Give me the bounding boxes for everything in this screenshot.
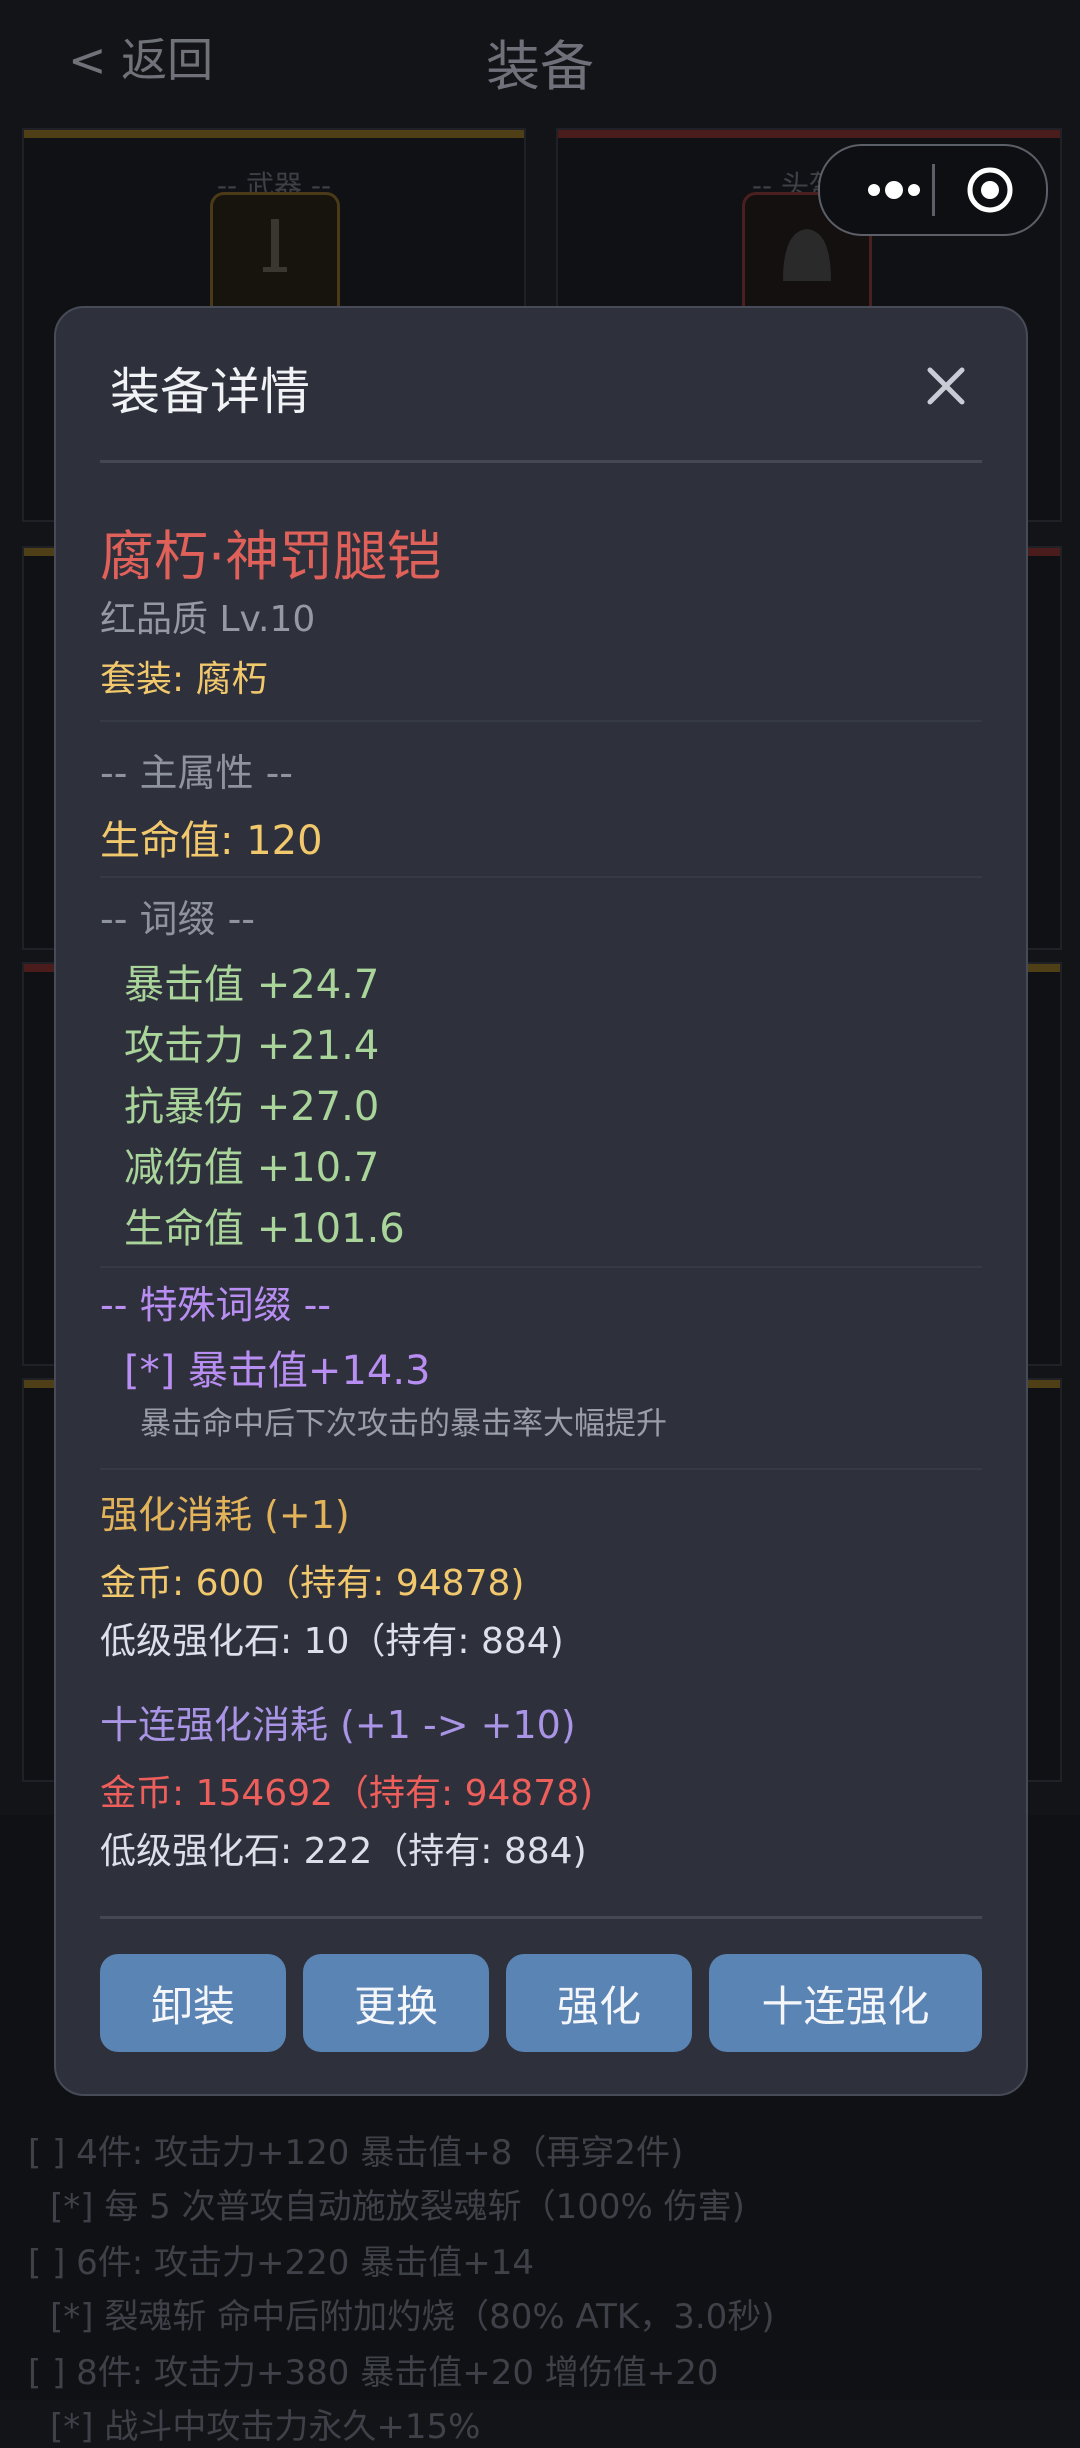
item-quality-level: 红品质 Lv.10 [100,599,316,640]
page-title: 装备 [486,35,594,98]
set-bonus-line: [*] 裂魂斩 命中后附加灼烧（80% ATK，3.0秒) [50,2297,775,2337]
replace-button[interactable]: 更换 [303,1954,489,2052]
affix-item: 生命值 +101.6 [124,1206,405,1252]
close-icon[interactable] [920,360,972,412]
equipment-detail-modal: 装备详情 腐朽·神罚腿铠 红品质 Lv.10 套装: 腐朽 -- 主属性 -- … [54,306,1028,2096]
item-name: 腐朽·神罚腿铠 [100,525,442,588]
enhance-button[interactable]: 强化 [506,1954,692,2052]
special-affix-description: 暴击命中后下次攻击的暴击率大幅提升 [140,1406,667,1442]
affix-item: 暴击值 +24.7 [124,962,380,1008]
more-dots-icon[interactable] [850,164,950,216]
miniprogram-capsule [818,144,1048,236]
ten-enhance-cost-header: 十连强化消耗 (+1 -> +10) [100,1703,576,1747]
set-bonus-line: [*] 每 5 次普攻自动施放裂魂斩（100% 伤害) [50,2187,745,2227]
affix-header: -- 词缀 -- [100,897,256,941]
enhance-stone-cost: 低级强化石: 10（持有: 884) [100,1621,564,1662]
divider [100,1916,982,1919]
main-attr-value: 生命值: 120 [100,818,323,864]
sword-icon [210,192,340,322]
affix-item: 减伤值 +10.7 [124,1145,380,1191]
set-bonus-line: [ ] 6件: 攻击力+220 暴击值+14 [28,2243,534,2283]
ten-enhance-stone-cost: 低级强化石: 222（持有: 884) [100,1831,587,1872]
divider [100,460,982,463]
affix-item: 抗暴伤 +27.0 [124,1084,380,1130]
slot-quality-bar [558,130,1060,138]
slot-quality-bar [24,130,524,138]
set-bonus-line: [ ] 4件: 攻击力+120 暴击值+8（再穿2件) [28,2133,684,2173]
divider [100,1266,982,1268]
top-nav: < 返回 装备 [0,0,1080,112]
ten-enhance-button[interactable]: 十连强化 [709,1954,982,2052]
set-bonus-line: [ ] 8件: 攻击力+380 暴击值+20 增伤值+20 [28,2353,719,2393]
divider [100,876,982,878]
modal-title: 装备详情 [110,363,310,421]
enhance-cost-header: 强化消耗 (+1) [100,1493,350,1537]
affix-item: 攻击力 +21.4 [124,1023,380,1069]
divider [100,1468,982,1470]
capsule-divider [932,164,935,216]
item-set: 套装: 腐朽 [100,659,268,700]
ten-enhance-gold-cost: 金币: 154692（持有: 94878) [100,1773,594,1814]
special-affix-header: -- 特殊词缀 -- [100,1283,332,1327]
main-attr-header: -- 主属性 -- [100,751,294,795]
set-bonus-line: [*] 战斗中攻击力永久+15% [50,2407,481,2447]
divider [100,720,982,722]
enhance-gold-cost: 金币: 600（持有: 94878) [100,1563,525,1604]
unequip-button[interactable]: 卸装 [100,1954,286,2052]
special-affix: [*] 暴击值+14.3 [124,1348,431,1394]
target-icon[interactable] [966,166,1014,214]
